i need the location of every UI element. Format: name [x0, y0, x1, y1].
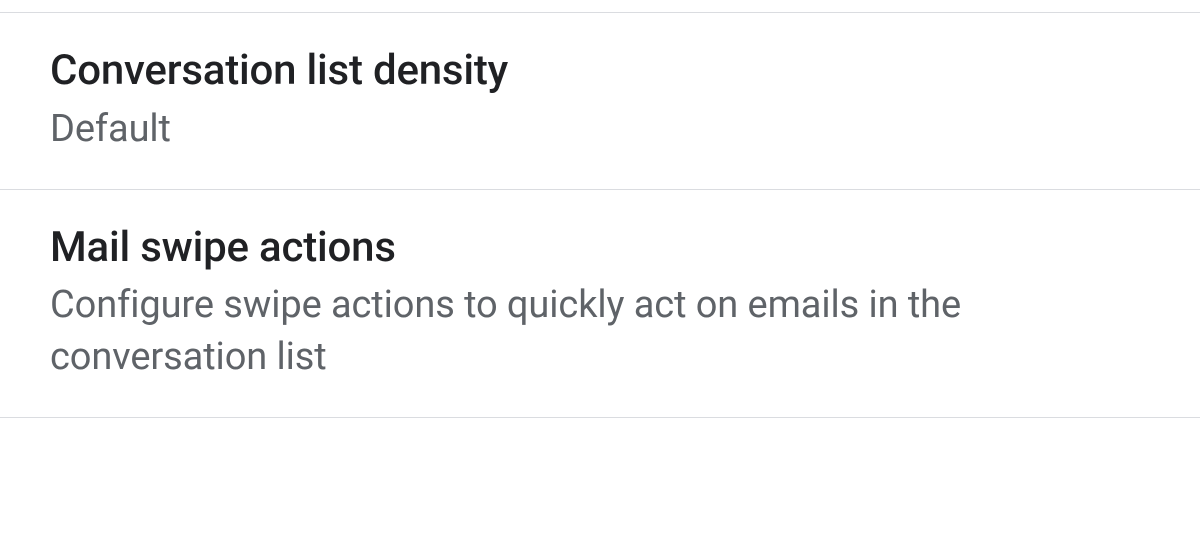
setting-title: Conversation list density — [50, 45, 1150, 98]
top-spacer — [0, 0, 1200, 12]
setting-subtitle: Configure swipe actions to quickly act o… — [50, 280, 1150, 383]
setting-mail-swipe-actions[interactable]: Mail swipe actions Configure swipe actio… — [0, 189, 1200, 418]
setting-subtitle: Default — [50, 104, 1150, 155]
setting-title: Mail swipe actions — [50, 222, 1150, 275]
settings-list: Conversation list density Default Mail s… — [0, 12, 1200, 418]
setting-conversation-list-density[interactable]: Conversation list density Default — [0, 12, 1200, 190]
